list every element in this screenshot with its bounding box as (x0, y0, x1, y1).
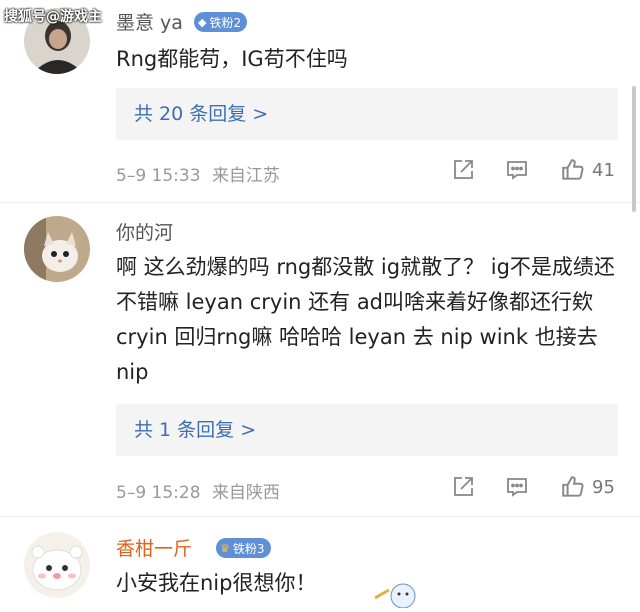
like-icon[interactable] (560, 474, 586, 500)
comment-icon[interactable] (504, 157, 530, 183)
divider (0, 202, 640, 203)
comment-item: 墨意 ya ◆ 铁粉2 Rng都能苟，IG苟不住吗 共 20 条回复 > 5–9… (0, 0, 640, 200)
comment-location: 来自江苏 (211, 166, 280, 186)
comment-time: 5–9 15:33 (116, 166, 201, 186)
username[interactable]: 香柑一斤 (116, 534, 192, 561)
comment-actions: 41 (450, 157, 615, 183)
like-count: 41 (592, 159, 615, 181)
comment-item: 香柑一斤 ♛ 铁粉3 小安我在nip很想你！ (0, 518, 640, 609)
comment-meta: 5–9 15:33 来自江苏 (116, 161, 280, 186)
comment-time: 5–9 15:28 (116, 483, 201, 503)
fan-badge: ◆ 铁粉2 (194, 12, 248, 32)
comment-actions: 95 (450, 474, 615, 500)
avatar[interactable] (24, 216, 90, 282)
like-icon[interactable] (560, 157, 586, 183)
comment-item: 你的河 啊 这么劲爆的吗 rng都没散 ig就散了？ ig不是成绩还不错嘛 le… (0, 204, 640, 504)
view-replies-button[interactable]: 共 20 条回复 > (116, 88, 618, 140)
comment-text: 啊 这么劲爆的吗 rng都没散 ig就散了？ ig不是成绩还不错嘛 leyan … (116, 255, 615, 384)
fan-badge: ♛ 铁粉3 (216, 538, 271, 558)
badge-label: 铁粉3 (232, 541, 265, 556)
comment-text: Rng都能苟，IG苟不住吗 (116, 47, 348, 71)
username[interactable]: 你的河 (116, 218, 173, 245)
avatar[interactable] (24, 532, 90, 598)
like-count: 95 (592, 476, 615, 498)
watermark: 搜狐号@游戏主 (4, 9, 102, 25)
crown-icon: ♛ (220, 541, 230, 555)
view-replies-button[interactable]: 共 1 条回复 > (116, 404, 618, 456)
comment-icon[interactable] (504, 474, 530, 500)
comment-meta: 5–9 15:28 来自陕西 (116, 478, 280, 503)
share-icon[interactable] (450, 474, 476, 500)
username[interactable]: 墨意 ya (116, 8, 183, 35)
scrollbar[interactable] (632, 86, 636, 212)
share-icon[interactable] (450, 157, 476, 183)
sticker-image (365, 576, 435, 609)
diamond-icon: ◆ (198, 15, 207, 29)
badge-label: 铁粉2 (209, 15, 242, 30)
divider (0, 516, 640, 517)
comment-location: 来自陕西 (211, 483, 280, 503)
